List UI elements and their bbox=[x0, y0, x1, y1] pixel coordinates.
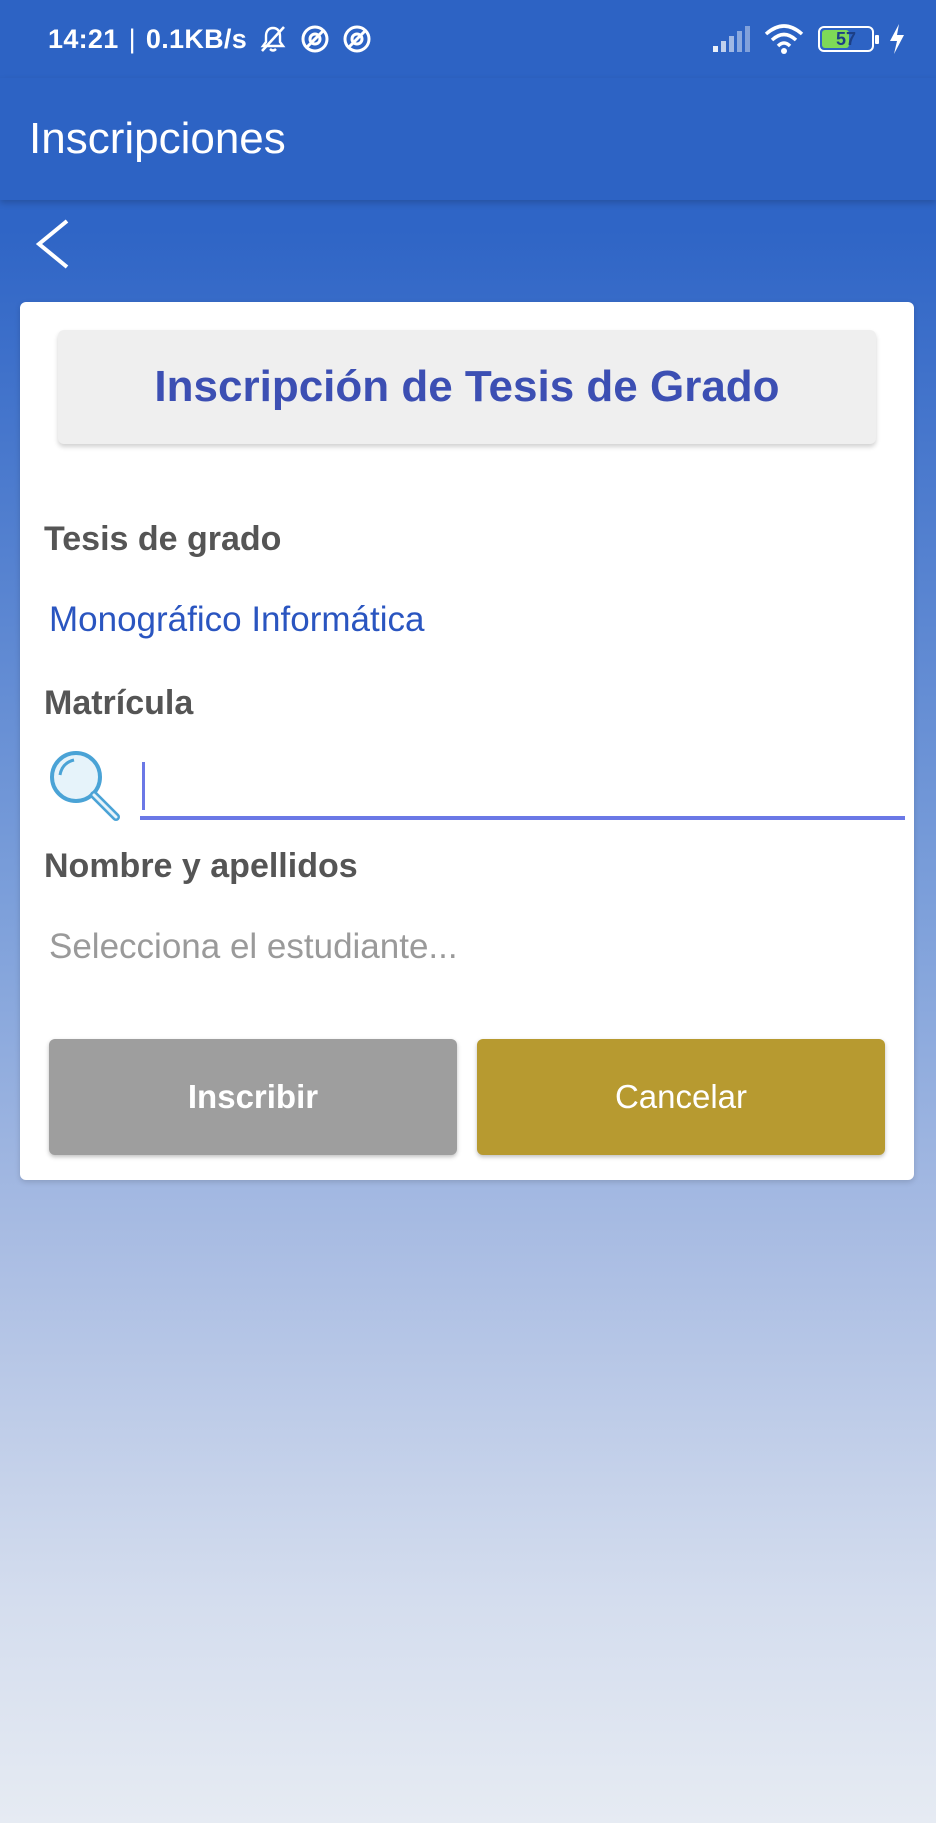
inscription-card: Inscripción de Tesis de Grado Tesis de g… bbox=[20, 302, 914, 1180]
wifi-icon bbox=[764, 24, 804, 54]
status-bar: 14:21 | 0.1KB/s 57 bbox=[0, 0, 936, 78]
cancel-button[interactable]: Cancelar bbox=[477, 1039, 885, 1155]
card-title: Inscripción de Tesis de Grado bbox=[154, 362, 780, 411]
card-header: Inscripción de Tesis de Grado bbox=[58, 330, 876, 444]
status-left: 14:21 | 0.1KB/s bbox=[48, 23, 373, 55]
back-button[interactable] bbox=[26, 215, 80, 277]
name-label: Nombre y apellidos bbox=[44, 847, 358, 885]
matricula-input[interactable] bbox=[140, 752, 905, 820]
text-cursor bbox=[142, 762, 145, 810]
thesis-value[interactable]: Monográfico Informática bbox=[49, 600, 424, 640]
status-time: 14:21 bbox=[48, 23, 119, 54]
inscribir-button[interactable]: Inscribir bbox=[49, 1039, 457, 1155]
search-icon[interactable] bbox=[46, 747, 124, 825]
thesis-label: Tesis de grado bbox=[44, 520, 282, 558]
signal-icon bbox=[712, 26, 750, 52]
network-speed: 0.1KB/s bbox=[145, 23, 248, 54]
at-sign-icon bbox=[341, 23, 373, 55]
matricula-label: Matrícula bbox=[44, 684, 194, 722]
student-name-placeholder[interactable]: Selecciona el estudiante... bbox=[49, 927, 458, 967]
app-title: Inscripciones bbox=[29, 114, 286, 163]
bolt-icon bbox=[888, 24, 906, 54]
battery-icon: 57 bbox=[818, 26, 879, 52]
app-bar: Inscripciones bbox=[0, 78, 936, 200]
chevron-left-icon bbox=[33, 218, 73, 275]
status-separator: | bbox=[128, 23, 136, 54]
battery-level: 57 bbox=[835, 28, 857, 49]
bell-off-icon bbox=[257, 23, 289, 55]
at-sign-icon bbox=[299, 23, 331, 55]
status-right: 57 bbox=[712, 24, 906, 54]
